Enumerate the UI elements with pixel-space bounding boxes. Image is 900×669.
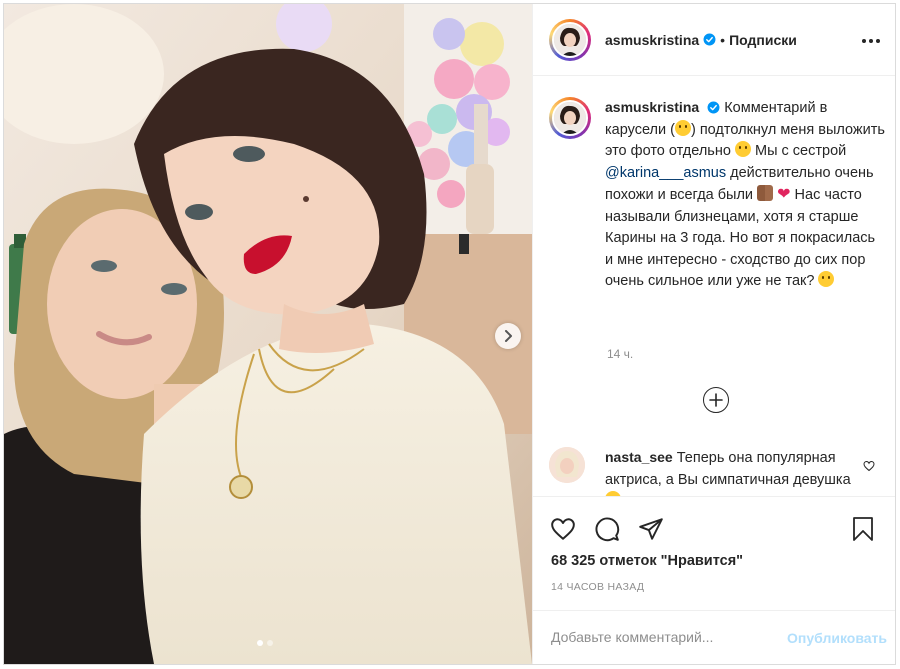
- like-button[interactable]: [549, 515, 577, 543]
- verified-badge-icon: [703, 33, 716, 46]
- post-actions: 68 325 отметок "Нравится" 14 часов назад…: [533, 496, 895, 664]
- post-header: asmuskristina • Подписки: [533, 4, 895, 76]
- comment-text: nasta_see Теперь она популярная актриса,…: [605, 447, 855, 496]
- author-username[interactable]: asmuskristina: [605, 32, 699, 48]
- comment-icon: [595, 517, 620, 542]
- author-avatar[interactable]: [549, 18, 591, 61]
- load-more-comments-button[interactable]: [703, 387, 729, 413]
- laughing-emoji-icon: [674, 119, 691, 136]
- caption-author-avatar[interactable]: [549, 97, 591, 139]
- likes-count[interactable]: 68 325 отметок "Нравится": [551, 553, 743, 569]
- crazy-face-emoji-icon: [734, 141, 751, 157]
- post-timestamp[interactable]: 14 часов назад: [551, 581, 644, 593]
- save-button[interactable]: [849, 515, 877, 543]
- mention-link[interactable]: @karina___asmus: [605, 165, 726, 181]
- post-side-panel: asmuskristina • Подписки asmuskristina К…: [532, 4, 895, 664]
- share-button[interactable]: [637, 515, 665, 543]
- thinking-emoji-icon: [818, 271, 835, 287]
- bookmark-icon: [853, 517, 873, 541]
- comments-section: asmuskristina Комментарий в карусели () …: [533, 77, 895, 496]
- women-holding-hands-emoji-icon: [757, 185, 774, 201]
- publish-button[interactable]: Опубликовать: [787, 630, 887, 646]
- add-comment-bar: Опубликовать: [533, 610, 895, 664]
- comment-button[interactable]: [593, 515, 621, 543]
- caption-text: asmuskristina Комментарий в карусели () …: [605, 97, 885, 293]
- avatar-image: [549, 447, 585, 483]
- heart-icon: [551, 518, 575, 540]
- avatar-image: [554, 23, 586, 56]
- commenter-avatar[interactable]: [549, 447, 585, 483]
- post-photo[interactable]: [4, 4, 532, 664]
- heart-icon: [863, 460, 875, 472]
- more-options-icon[interactable]: [861, 33, 881, 49]
- following-button[interactable]: Подписки: [729, 32, 797, 48]
- instagram-post: asmuskristina • Подписки asmuskristina К…: [3, 3, 896, 665]
- post-caption: asmuskristina Комментарий в карусели () …: [549, 97, 889, 293]
- carousel-next-button[interactable]: [495, 323, 521, 349]
- paper-plane-icon: [639, 518, 663, 540]
- commenter-username[interactable]: nasta_see: [605, 449, 673, 465]
- caption-username[interactable]: asmuskristina: [605, 99, 699, 115]
- action-icons: [549, 515, 665, 543]
- caption-part: Мы с сестрой: [750, 143, 847, 159]
- carousel-dot: [267, 640, 273, 646]
- plus-circle-icon: [709, 393, 723, 407]
- comment-input[interactable]: [551, 626, 771, 648]
- carousel-indicator: [257, 640, 273, 646]
- red-heart-emoji-icon: ❤: [777, 186, 791, 203]
- avatar-image: [554, 102, 586, 134]
- caption-timestamp: 14 ч.: [607, 347, 634, 361]
- chevron-right-icon: [505, 330, 512, 342]
- photo-illustration: [4, 4, 532, 664]
- header-separator: •: [720, 31, 726, 48]
- verified-badge-icon: [707, 101, 720, 114]
- comment-like-button[interactable]: [863, 459, 875, 475]
- carousel-dot-active: [257, 640, 263, 646]
- comment-item: nasta_see Теперь она популярная актриса,…: [549, 447, 889, 496]
